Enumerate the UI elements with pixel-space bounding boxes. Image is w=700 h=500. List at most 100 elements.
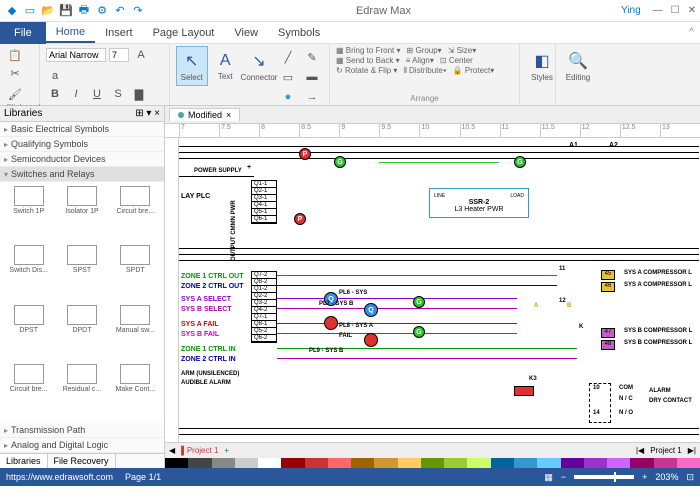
- shape-item[interactable]: Isolator 1P: [57, 186, 106, 241]
- rotate-flip[interactable]: ↻ Rotate & Flip ▾: [336, 66, 397, 76]
- qat-open-icon[interactable]: 📂: [40, 3, 56, 19]
- view-icon[interactable]: ▦: [544, 472, 553, 483]
- format-painter-icon[interactable]: 🖌: [6, 85, 24, 103]
- q-bus-2[interactable]: Q7-2Q8-2Q1-2Q2-2Q3-2Q4-2Q7-1Q8-1Q5-2Q6-2: [251, 271, 277, 343]
- term-45[interactable]: 45: [601, 270, 615, 280]
- lib-cat[interactable]: ▸Qualifying Symbols: [0, 137, 164, 152]
- tab-view[interactable]: View: [224, 24, 268, 42]
- node-g[interactable]: G: [413, 326, 425, 338]
- paste-icon[interactable]: 📋: [6, 46, 24, 64]
- node-q[interactable]: Q: [364, 303, 378, 317]
- underline-icon[interactable]: U: [88, 85, 106, 103]
- qat-save-icon[interactable]: 💾: [58, 3, 74, 19]
- sheet-nav-icon[interactable]: ◀: [169, 446, 175, 455]
- shape-item[interactable]: Switch 1P: [4, 186, 53, 241]
- drawing-canvas[interactable]: A1 A2 P G G POWER SUPPLY + LAY PLC OUTPU…: [179, 138, 700, 442]
- bring-front[interactable]: ▦ Bring to Front ▾: [336, 46, 401, 55]
- tab-symbols[interactable]: Symbols: [268, 24, 330, 42]
- side-tab-filerec[interactable]: File Recovery: [48, 454, 116, 468]
- user-name[interactable]: Ying: [621, 5, 641, 16]
- node-g[interactable]: G: [413, 296, 425, 308]
- lib-cat[interactable]: ▾Switches and Relays: [0, 167, 164, 182]
- lib-menu-icon[interactable]: ⊞ ▾ ×: [135, 108, 160, 119]
- qat-redo-icon[interactable]: ↷: [130, 3, 146, 19]
- file-tab[interactable]: File: [0, 22, 46, 44]
- align-btn[interactable]: ≡ Align▾: [406, 56, 434, 65]
- center-btn[interactable]: ⊡ Center: [440, 56, 473, 65]
- shape-item[interactable]: Residual c...: [57, 364, 106, 419]
- ssr-box[interactable]: LINELOAD SSR-2L3 Heater PWR: [429, 188, 529, 218]
- minimize-icon[interactable]: —: [653, 5, 663, 16]
- highlight-icon[interactable]: ▇: [130, 85, 148, 103]
- tab-close-icon[interactable]: ×: [226, 110, 231, 120]
- select-tool[interactable]: ↖Select: [176, 46, 208, 86]
- font-grow-icon[interactable]: A: [132, 46, 150, 64]
- shape-item[interactable]: Manual sw...: [111, 305, 160, 360]
- bold-icon[interactable]: B: [46, 85, 64, 103]
- oval-tool-icon[interactable]: ●: [279, 88, 297, 106]
- font-size-select[interactable]: [109, 48, 129, 62]
- node-g[interactable]: G: [334, 156, 346, 168]
- shape-item[interactable]: Make Cont...: [111, 364, 160, 419]
- size-btn[interactable]: ⇲ Size▾: [448, 46, 477, 55]
- term-46[interactable]: 46: [601, 282, 615, 292]
- lib-cat[interactable]: ▸Transmission Path: [0, 423, 164, 438]
- shape-item[interactable]: Switch Dis...: [4, 245, 53, 300]
- term-47[interactable]: 47: [601, 328, 615, 338]
- sheet-tab[interactable]: ▌Project 1: [181, 446, 218, 455]
- maximize-icon[interactable]: ☐: [671, 5, 680, 16]
- color-palette[interactable]: [165, 458, 700, 468]
- qat-print-icon[interactable]: 🖶: [76, 3, 92, 19]
- sheet-nav-first-icon[interactable]: |◀: [636, 446, 644, 455]
- connector-tool[interactable]: ↘Connector: [243, 46, 275, 86]
- font-shrink-icon[interactable]: a: [46, 67, 64, 85]
- relay-k3[interactable]: [514, 386, 534, 396]
- node-r[interactable]: [364, 333, 378, 347]
- shape-item[interactable]: DPST: [4, 305, 53, 360]
- protect-btn[interactable]: 🔒 Protect▾: [453, 66, 495, 76]
- editing-btn[interactable]: 🔍Editing: [562, 46, 594, 86]
- rect-tool-icon[interactable]: ▭: [279, 68, 297, 86]
- lib-cat[interactable]: ▸Semiconductor Devices: [0, 152, 164, 167]
- shape-item[interactable]: DPDT: [57, 305, 106, 360]
- node-r[interactable]: [324, 316, 338, 330]
- shape-item[interactable]: SPST: [57, 245, 106, 300]
- tab-insert[interactable]: Insert: [95, 24, 143, 42]
- node-p[interactable]: P: [299, 148, 311, 160]
- ribbon-collapse-icon[interactable]: ^: [683, 27, 700, 38]
- styles-btn[interactable]: ◧Styles: [526, 46, 558, 86]
- close-icon[interactable]: ✕: [688, 5, 696, 16]
- shape-item[interactable]: Circuit bre...: [4, 364, 53, 419]
- send-back[interactable]: ▦ Send to Back ▾: [336, 56, 400, 65]
- lib-cat[interactable]: ▸Analog and Digital Logic: [0, 438, 164, 453]
- sheet-add-icon[interactable]: +: [224, 446, 229, 455]
- sheet-tab-2[interactable]: Project 1: [650, 446, 682, 455]
- font-name-select[interactable]: [46, 48, 106, 62]
- side-tab-libs[interactable]: Libraries: [0, 454, 48, 468]
- shape-item[interactable]: Circuit bre...: [111, 186, 160, 241]
- italic-icon[interactable]: I: [67, 85, 85, 103]
- distribute-btn[interactable]: ⫴ Distribute▾: [403, 66, 446, 76]
- cut-icon[interactable]: ✂: [6, 64, 24, 82]
- text-tool[interactable]: AText: [210, 46, 241, 86]
- tab-home[interactable]: Home: [46, 23, 95, 43]
- fit-icon[interactable]: ⊡: [686, 472, 694, 483]
- sheet-nav-last-icon[interactable]: ▶|: [688, 446, 696, 455]
- fill-tool-icon[interactable]: ▬: [303, 68, 321, 86]
- node-g[interactable]: G: [514, 156, 526, 168]
- zoom-out-icon[interactable]: −: [561, 472, 566, 482]
- qat-options-icon[interactable]: ⚙: [94, 3, 110, 19]
- group-btn[interactable]: ⊞ Group▾: [407, 46, 442, 55]
- line-tool-icon[interactable]: ╱: [279, 48, 297, 66]
- term-48[interactable]: 48: [601, 340, 615, 350]
- zoom-slider[interactable]: [574, 475, 634, 479]
- tab-pagelayout[interactable]: Page Layout: [143, 24, 225, 42]
- node-p[interactable]: P: [294, 213, 306, 225]
- arrow-tool-icon[interactable]: →: [303, 88, 321, 106]
- pen-tool-icon[interactable]: ✎: [303, 48, 321, 66]
- lib-cat[interactable]: ▸Basic Electrical Symbols: [0, 122, 164, 137]
- qat-undo-icon[interactable]: ↶: [112, 3, 128, 19]
- qat-new-icon[interactable]: ▭: [22, 3, 38, 19]
- doc-tab[interactable]: Modified×: [169, 108, 240, 121]
- q-bus-1[interactable]: Q1-1Q2-1Q3-1Q4-1Q5-1Q6-1: [251, 180, 277, 224]
